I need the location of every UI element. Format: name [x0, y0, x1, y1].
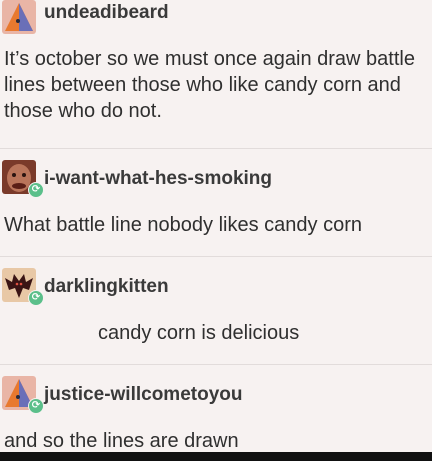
- post-username[interactable]: justice-willcometoyou: [44, 384, 242, 406]
- post-text: What battle line nobody likes candy corn: [4, 214, 362, 236]
- post-username[interactable]: darklingkitten: [44, 276, 169, 298]
- divider: [0, 364, 432, 365]
- post-username[interactable]: undeadibeard: [44, 2, 169, 24]
- bottom-bar: [0, 452, 432, 461]
- divider: [0, 148, 432, 149]
- divider: [0, 256, 432, 257]
- post-username[interactable]: i-want-what-hes-smoking: [44, 168, 272, 190]
- reblog-icon: ⟳: [28, 398, 44, 414]
- triangle-avatar-icon[interactable]: [2, 0, 36, 34]
- reblog-icon: ⟳: [28, 290, 44, 306]
- post-text: candy corn is delicious: [98, 322, 300, 344]
- post-text: It’s october so we must once again draw …: [4, 48, 415, 122]
- reblog-icon: ⟳: [28, 182, 44, 198]
- post-text: and so the lines are drawn: [4, 430, 239, 452]
